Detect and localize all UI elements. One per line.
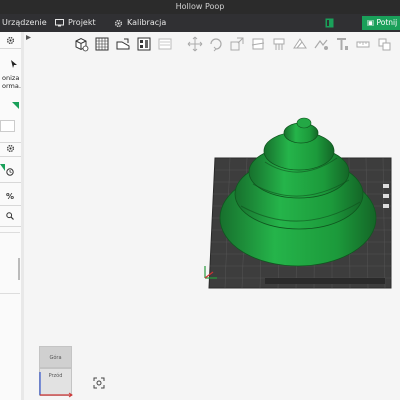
settings-list[interactable]: [0, 232, 20, 294]
menu-calibration[interactable]: Kalibracja: [114, 14, 166, 32]
axis-indicator-icon: [39, 372, 73, 398]
settings-sidebar: oniza orma… %: [0, 32, 22, 400]
assembly-icon[interactable]: [376, 36, 392, 52]
build-plate-scene[interactable]: [195, 110, 400, 300]
plate-marker: [383, 204, 389, 208]
slice-label: Potnij akt: [376, 18, 400, 27]
seam-icon[interactable]: [292, 36, 308, 52]
menu-device[interactable]: Urządzenie: [2, 14, 47, 32]
orient-icon[interactable]: [115, 36, 131, 52]
gear-icon[interactable]: [6, 36, 15, 45]
mmu-icon[interactable]: [313, 36, 329, 52]
menu-project[interactable]: Projekt: [55, 14, 96, 32]
3d-model: [219, 117, 377, 267]
collapse-arrow-icon[interactable]: [26, 35, 31, 40]
gear-icon: [114, 19, 123, 27]
add-cube-icon[interactable]: [73, 36, 89, 52]
corner-marker-icon: [0, 164, 5, 171]
cube-top-face[interactable]: Góra: [39, 346, 72, 368]
monitor-icon: [55, 19, 64, 27]
fit-view-icon[interactable]: [93, 377, 105, 389]
percent-tab[interactable]: %: [6, 192, 14, 201]
cursor-icon: [11, 60, 17, 68]
calibration-label: Kalibracja: [127, 18, 167, 27]
divider: [0, 182, 21, 183]
divider: [0, 142, 21, 143]
scroll-indicator[interactable]: [18, 258, 20, 280]
corner-marker-icon: [12, 102, 19, 109]
rotate-icon[interactable]: [208, 36, 224, 52]
grid-icon[interactable]: [94, 36, 110, 52]
menu-bar: Urządzenie Projekt Kalibracja ▣ Potnij a…: [0, 14, 400, 32]
divider: [0, 226, 21, 227]
printer-name-line2: orma…: [2, 82, 21, 90]
search-icon[interactable]: [6, 212, 14, 220]
support-icon[interactable]: [271, 36, 287, 52]
printer-name-line1: oniza: [2, 74, 20, 82]
window-title-bar: Hollow Poop: [0, 0, 400, 14]
plate-marker: [383, 194, 389, 198]
arrange-icon[interactable]: [136, 36, 152, 52]
move-icon[interactable]: [187, 36, 203, 52]
gear-icon[interactable]: [6, 144, 15, 153]
window-title: Hollow Poop: [175, 2, 225, 11]
plate-icon[interactable]: [157, 36, 173, 52]
divider: [0, 156, 21, 157]
clock-icon: [6, 168, 14, 176]
project-label: Projekt: [68, 18, 96, 27]
cut-icon[interactable]: [250, 36, 266, 52]
measure-icon[interactable]: [355, 36, 371, 52]
plate-marker: [383, 184, 389, 188]
slice-plate-button[interactable]: ▣ Potnij akt: [362, 16, 400, 30]
layout-icon[interactable]: [325, 18, 334, 28]
viewport-toolbar: [70, 36, 400, 54]
text-icon[interactable]: [334, 36, 350, 52]
filament-field[interactable]: [0, 120, 15, 132]
model-tip: [296, 117, 312, 129]
divider: [0, 205, 21, 206]
divider: [0, 48, 21, 49]
scale-icon[interactable]: [229, 36, 245, 52]
device-label: Urządzenie: [2, 18, 47, 27]
navigation-cube[interactable]: Góra Przód: [39, 346, 73, 398]
plate-label-strip: [265, 278, 385, 284]
